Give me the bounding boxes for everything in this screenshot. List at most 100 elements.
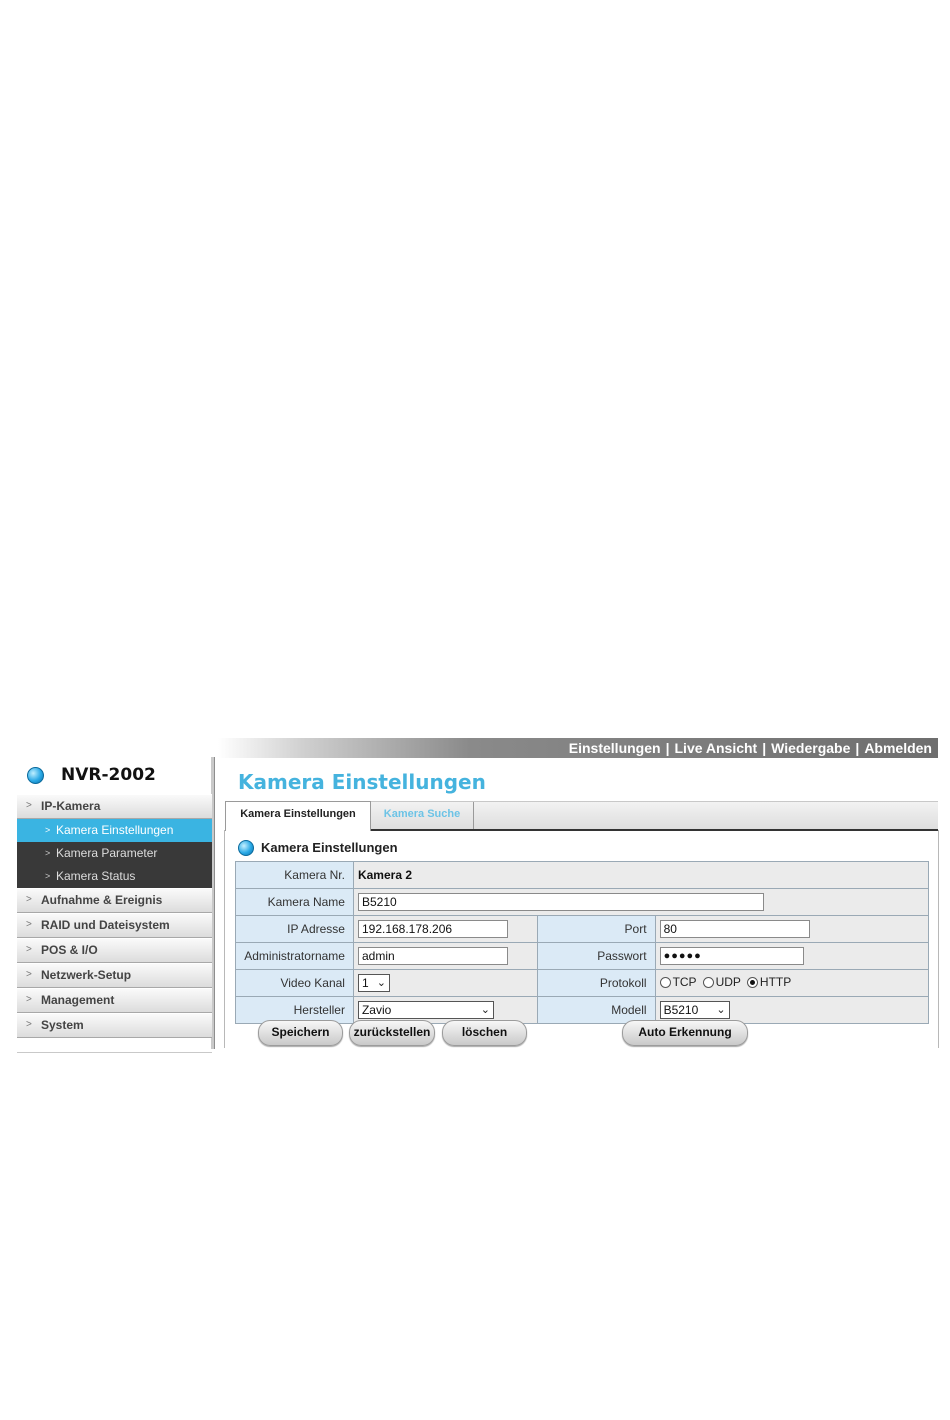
tab-bar: Kamera Einstellungen Kamera Suche <box>225 801 938 831</box>
sidebar-item-label: Netzwerk-Setup <box>41 968 132 982</box>
chevron-right-icon: > <box>26 800 32 811</box>
page-title: Kamera Einstellungen <box>238 770 486 794</box>
sidebar-subitem-kamera-status[interactable]: > Kamera Status <box>17 865 212 888</box>
camera-name-cell: B5210 <box>352 888 930 916</box>
ip-address-input[interactable]: 192.168.178.206 <box>357 920 508 938</box>
port-input[interactable]: 80 <box>659 920 810 938</box>
protocol-http-label: HTTP <box>759 975 792 990</box>
chevron-right-icon: > <box>26 1019 32 1030</box>
admin-name-cell: admin <box>352 942 538 970</box>
sidebar-item-ip-kamera[interactable]: > IP-Kamera <box>17 794 212 819</box>
sidebar-item-label: RAID und Dateisystem <box>41 918 170 932</box>
password-cell: ●●●●● <box>654 942 930 970</box>
sidebar-item-system[interactable]: > System <box>17 1013 212 1038</box>
protocol-option-tcp[interactable]: TCP <box>659 975 697 990</box>
port-label: Port <box>536 915 656 943</box>
password-label: Passwort <box>536 942 656 970</box>
section-title-text: Kamera Einstellungen <box>261 840 398 855</box>
port-cell: 80 <box>654 915 930 943</box>
protocol-option-udp[interactable]: UDP <box>702 975 741 990</box>
logo-text: NVR-2002 <box>61 765 156 785</box>
chevron-right-icon: > <box>26 919 32 930</box>
chevron-right-icon: > <box>45 825 51 835</box>
section-dot-icon <box>238 840 254 856</box>
sidebar-subitem-label: Kamera Parameter <box>56 846 158 860</box>
sidebar-subitem-kamera-einstellungen[interactable]: > Kamera Einstellungen <box>17 819 212 842</box>
nav-live-ansicht-link[interactable]: Live Ansicht <box>675 740 758 756</box>
model-select[interactable]: B5210 ⌄ <box>659 1001 730 1019</box>
camera-name-input[interactable]: B5210 <box>357 893 764 911</box>
chevron-right-icon: > <box>26 969 32 980</box>
sidebar-item-label: System <box>41 1018 84 1032</box>
model-value: B5210 <box>663 1003 699 1017</box>
video-channel-value: 1 <box>361 976 369 990</box>
protocol-tcp-label: TCP <box>672 975 697 990</box>
top-nav: Einstellungen | Live Ansicht | Wiedergabe | Ab… <box>218 738 938 758</box>
form-row-manufacturer-model: Hersteller Zavio ⌄ Modell B5210 ⌄ <box>235 996 930 1024</box>
manufacturer-value: Zavio <box>361 1003 392 1017</box>
ip-address-cell: 192.168.178.206 <box>352 915 538 943</box>
chevron-right-icon: > <box>26 944 32 955</box>
nav-einstellungen-link[interactable]: Einstellungen <box>569 740 661 756</box>
radio-udp[interactable] <box>702 976 714 988</box>
radio-http[interactable] <box>746 976 758 988</box>
chevron-down-icon: ⌄ <box>376 977 386 989</box>
auto-detect-button[interactable]: Auto Erkennung <box>622 1020 748 1046</box>
sidebar-item-label: POS & I/O <box>41 943 98 957</box>
chevron-right-icon: > <box>45 871 51 881</box>
sidebar-subitem-kamera-parameter[interactable]: > Kamera Parameter <box>17 842 212 865</box>
video-channel-cell: 1 ⌄ <box>352 969 538 997</box>
protocol-udp-label: UDP <box>715 975 741 990</box>
sidebar: > IP-Kamera > Kamera Einstellungen > Kam… <box>17 794 212 1053</box>
chevron-down-icon: ⌄ <box>716 1004 726 1016</box>
protocol-radio-group: TCP UDP HTTP <box>659 975 798 990</box>
video-channel-select[interactable]: 1 ⌄ <box>357 974 390 992</box>
nav-separator: | <box>855 740 860 756</box>
admin-name-input[interactable]: admin <box>357 947 508 965</box>
camera-nr-value: Kamera 2 <box>352 861 930 889</box>
chevron-right-icon: > <box>45 848 51 858</box>
camera-nr-label: Kamera Nr. <box>235 861 354 889</box>
sidebar-item-label: IP-Kamera <box>41 799 101 813</box>
sidebar-item-label: Management <box>41 993 115 1007</box>
form-row-ip-port: IP Adresse 192.168.178.206 Port 80 <box>235 915 930 943</box>
form-row-admin-password: Administratorname admin Passwort ●●●●● <box>235 942 930 970</box>
save-button[interactable]: Speichern <box>258 1020 343 1046</box>
password-input[interactable]: ●●●●● <box>659 947 804 965</box>
chevron-down-icon: ⌄ <box>480 1004 490 1016</box>
tab-kamera-einstellungen[interactable]: Kamera Einstellungen <box>225 801 371 831</box>
form-row-camera-name: Kamera Name B5210 <box>235 888 930 916</box>
sidebar-subitem-label: Kamera Status <box>56 869 136 883</box>
top-navigation-bar: Einstellungen | Live Ansicht | Wiedergabe | Ab… <box>218 738 938 758</box>
logo-dot-icon <box>27 767 44 784</box>
sidebar-item-label: Aufnahme & Ereignis <box>41 893 163 907</box>
sidebar-item-netzwerk-setup[interactable]: > Netzwerk-Setup <box>17 963 212 988</box>
sidebar-item-aufnahme-ereignis[interactable]: > Aufnahme & Ereignis <box>17 888 212 913</box>
sidebar-bottom-spacer <box>17 1038 212 1053</box>
form-row-video-protocol: Video Kanal 1 ⌄ Protokoll TCP UDP HTTP <box>235 969 930 997</box>
radio-tcp[interactable] <box>659 976 671 988</box>
protocol-label: Protokoll <box>536 969 656 997</box>
tab-kamera-suche[interactable]: Kamera Suche <box>371 802 474 829</box>
delete-button[interactable]: löschen <box>442 1020 527 1046</box>
form-row-camera-nr: Kamera Nr. Kamera 2 <box>235 861 930 889</box>
protocol-cell: TCP UDP HTTP <box>654 969 930 997</box>
sidebar-item-raid-dateisystem[interactable]: > RAID und Dateisystem <box>17 913 212 938</box>
sidebar-item-pos-io[interactable]: > POS & I/O <box>17 938 212 963</box>
manufacturer-select[interactable]: Zavio ⌄ <box>357 1001 494 1019</box>
nav-abmelden-link[interactable]: Abmelden <box>864 740 932 756</box>
protocol-option-http[interactable]: HTTP <box>746 975 792 990</box>
chevron-right-icon: > <box>26 894 32 905</box>
video-channel-label: Video Kanal <box>235 969 354 997</box>
chevron-right-icon: > <box>26 994 32 1005</box>
reset-button[interactable]: zurückstellen <box>349 1020 435 1046</box>
sidebar-item-management[interactable]: > Management <box>17 988 212 1013</box>
sidebar-subitem-label: Kamera Einstellungen <box>56 823 174 837</box>
admin-name-label: Administratorname <box>235 942 354 970</box>
camera-name-label: Kamera Name <box>235 888 354 916</box>
nav-separator: | <box>665 740 670 756</box>
nav-wiedergabe-link[interactable]: Wiedergabe <box>771 740 850 756</box>
camera-settings-form: Kamera Nr. Kamera 2 Kamera Name B5210 IP… <box>235 861 930 1024</box>
nav-separator: | <box>762 740 767 756</box>
ip-address-label: IP Adresse <box>235 915 354 943</box>
